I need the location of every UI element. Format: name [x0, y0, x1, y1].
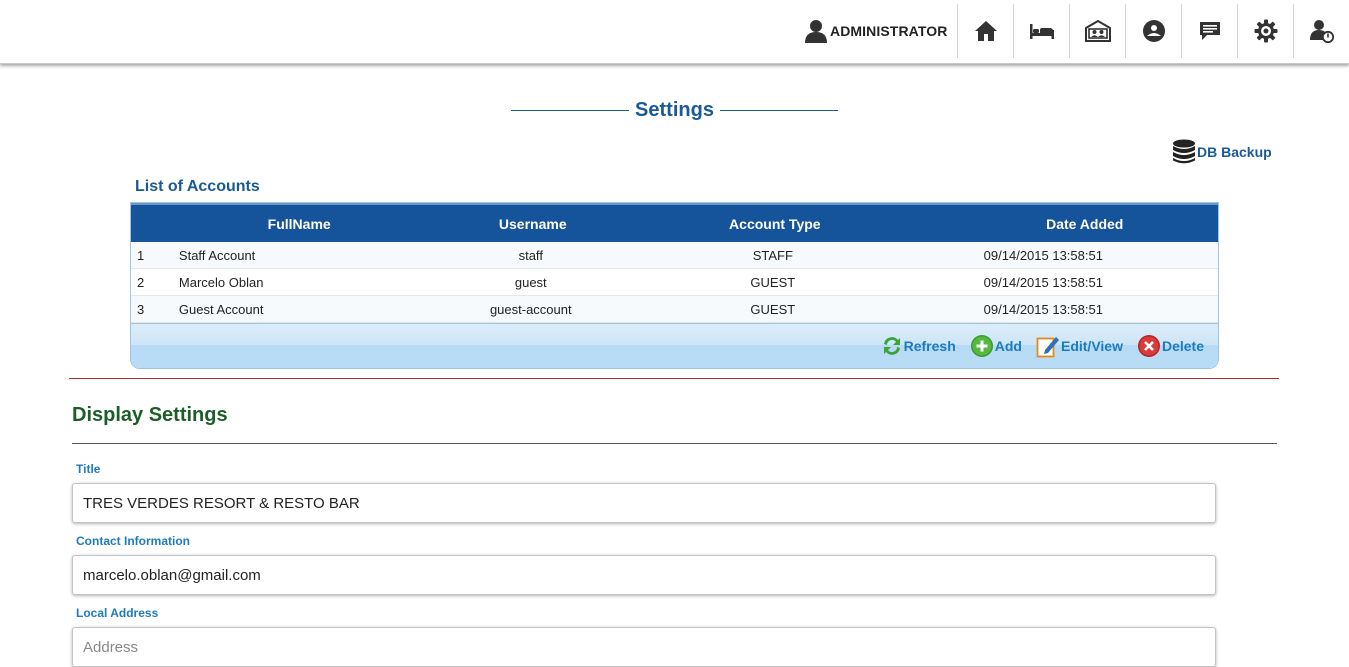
- cell-date-added: 09/14/2015 13:58:51: [983, 301, 1103, 317]
- edit-view-button[interactable]: Edit/View: [1036, 334, 1123, 358]
- cell-account-type: GUEST: [750, 274, 796, 290]
- add-button[interactable]: Add: [970, 334, 1022, 358]
- title-field-label: Title: [76, 462, 101, 476]
- add-icon: [970, 335, 993, 357]
- user-logout-icon: [1309, 20, 1334, 43]
- table-toolbar: Refresh Add Edit/View Delete: [131, 323, 1218, 368]
- accounts-title: List of Accounts: [135, 178, 260, 195]
- column-header[interactable]: FullName: [131, 205, 467, 242]
- row-number: 3: [137, 301, 145, 317]
- restaurant-icon: [1142, 20, 1165, 42]
- delete-icon: [1137, 335, 1160, 357]
- user-menu[interactable]: ADMINISTRATOR: [805, 18, 947, 44]
- gear-icon: [1254, 19, 1277, 43]
- user-name: ADMINISTRATOR: [830, 23, 948, 39]
- top-navbar: ADMINISTRATOR: [0, 0, 1349, 64]
- refresh-label: Refresh: [903, 338, 956, 354]
- address-field[interactable]: [72, 627, 1216, 667]
- page-title: Settings: [511, 96, 838, 124]
- table-header: FullName Username Account Type Date Adde…: [131, 203, 1218, 242]
- refresh-button[interactable]: Refresh: [881, 335, 956, 357]
- title-rule-right: [719, 109, 838, 111]
- nav-restaurant[interactable]: [1125, 4, 1181, 58]
- title-field[interactable]: [72, 483, 1216, 523]
- column-header[interactable]: Account Type: [598, 205, 951, 242]
- bed-icon: [1029, 24, 1054, 39]
- cell-username: guest-account: [489, 301, 572, 317]
- cell-date-added: 09/14/2015 13:58:51: [983, 247, 1103, 263]
- contact-field[interactable]: [72, 555, 1216, 595]
- refresh-icon: [883, 337, 900, 355]
- nav-settings[interactable]: [1237, 4, 1293, 58]
- cell-fullname: Guest Account: [178, 301, 264, 317]
- main-nav: [957, 4, 1349, 58]
- row-number: 2: [137, 274, 145, 290]
- section-divider: [69, 378, 1279, 379]
- add-label: Add: [994, 338, 1022, 354]
- home-icon: [974, 21, 997, 41]
- page-title-text: Settings: [635, 98, 714, 121]
- display-settings-divider: [72, 443, 1277, 444]
- address-field-label: Local Address: [76, 606, 159, 620]
- db-backup-button[interactable]: DB Backup: [1172, 139, 1272, 165]
- nav-logout[interactable]: [1293, 4, 1349, 58]
- row-number: 1: [137, 247, 145, 263]
- user-icon: [805, 20, 827, 43]
- nav-guests[interactable]: [1069, 4, 1125, 58]
- accounts-table: FullName Username Account Type Date Adde…: [130, 202, 1219, 369]
- nav-home[interactable]: [957, 4, 1013, 58]
- cell-date-added: 09/14/2015 13:58:51: [983, 274, 1103, 290]
- guest-card-icon: [1084, 20, 1111, 42]
- delete-button[interactable]: Delete: [1137, 334, 1204, 358]
- cell-username: guest: [514, 274, 547, 290]
- delete-label: Delete: [1161, 338, 1204, 354]
- column-header[interactable]: Username: [467, 205, 598, 242]
- cell-username: staff: [518, 247, 543, 263]
- edit-icon: [1036, 337, 1059, 358]
- table-row[interactable]: 3 Guest Account guest-account GUEST 09/1…: [131, 296, 1218, 323]
- nav-rooms[interactable]: [1013, 4, 1069, 58]
- cell-fullname: Marcelo Oblan: [178, 274, 264, 290]
- column-header[interactable]: Date Added: [951, 205, 1218, 242]
- contact-field-label: Contact Information: [76, 534, 190, 548]
- table-row[interactable]: 1 Staff Account staff STAFF 09/14/2015 1…: [131, 242, 1218, 269]
- display-settings-title: Display Settings: [72, 404, 228, 426]
- toolbar-buttons: Refresh Add Edit/View Delete: [867, 334, 1204, 358]
- edit-view-label: Edit/View: [1060, 338, 1123, 354]
- db-backup-label: DB Backup: [1197, 144, 1272, 160]
- cell-account-type: GUEST: [750, 301, 796, 317]
- database-icon: [1173, 139, 1195, 164]
- cell-account-type: STAFF: [752, 247, 793, 263]
- message-icon: [1199, 22, 1220, 40]
- table-row[interactable]: 2 Marcelo Oblan guest GUEST 09/14/2015 1…: [131, 269, 1218, 296]
- cell-fullname: Staff Account: [178, 247, 256, 263]
- nav-messages[interactable]: [1181, 4, 1237, 58]
- title-rule-left: [511, 109, 630, 111]
